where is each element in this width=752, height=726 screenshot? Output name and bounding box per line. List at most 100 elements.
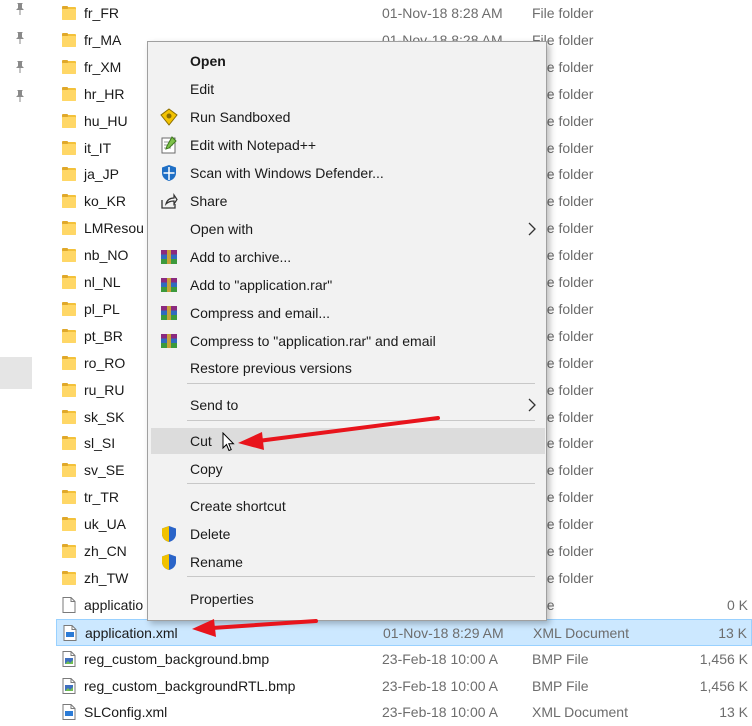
pin-icon[interactable] (14, 31, 26, 45)
menu-item-run-sandboxed[interactable]: Run Sandboxed (151, 104, 545, 130)
menu-item-label: Restore previous versions (190, 360, 352, 376)
file-name: ja_JP (84, 166, 120, 182)
file-name: nb_NO (84, 247, 129, 263)
folder-icon (62, 570, 76, 586)
pin-icon[interactable] (14, 60, 26, 74)
folder-icon (62, 5, 76, 21)
windows-defender-icon (160, 164, 178, 182)
file-row[interactable]: application.xml 01-Nov-18 8:29 AM XML Docu… (56, 619, 752, 646)
file-date-modified: 01-Nov-18 8:29 AM (383, 625, 504, 641)
folder-row[interactable]: fr_FR 01-Nov-18 8:28 AM File folder (56, 0, 752, 27)
share-icon (160, 192, 178, 210)
folder-icon (62, 516, 76, 532)
menu-separator (187, 576, 535, 577)
folder-icon (62, 274, 76, 290)
uac-shield-icon (160, 553, 178, 571)
menu-item-scan-with-windows-defender[interactable]: Scan with Windows Defender... (151, 160, 545, 186)
file-name: uk_UA (84, 516, 127, 532)
file-type: BMP File (532, 651, 589, 667)
menu-item-open[interactable]: Open (151, 48, 545, 74)
folder-icon (62, 489, 76, 505)
file-date-modified: 23-Feb-18 10:00 A (382, 651, 498, 667)
nav-selected-item[interactable] (0, 357, 32, 389)
file-name: reg_custom_backgroundRTL.bmp (84, 678, 296, 694)
folder-icon (62, 409, 76, 425)
file-date-modified: 23-Feb-18 10:00 A (382, 678, 498, 694)
file-name: ru_RU (84, 382, 125, 398)
menu-item-compress-to-application-rar-and-email[interactable]: Compress to "application.rar" and email (151, 328, 545, 354)
winrar-icon (160, 276, 178, 294)
file-date-modified: 01-Nov-18 8:28 AM (382, 5, 503, 21)
menu-item-label: Share (190, 193, 228, 209)
menu-item-compress-and-email[interactable]: Compress and email... (151, 300, 545, 326)
file-size: 13 K (719, 704, 748, 720)
file-row[interactable]: reg_custom_background.bmp 23-Feb-18 10:00… (56, 646, 752, 673)
file-name: hr_HR (84, 86, 125, 102)
menu-item-add-to-application-rar[interactable]: Add to "application.rar" (151, 272, 545, 298)
file-type: File folder (532, 5, 594, 21)
file-date-modified: 23-Feb-18 10:00 A (382, 704, 498, 720)
menu-item-restore-previous-versions[interactable]: Restore previous versions (151, 355, 545, 381)
chevron-right-icon (527, 397, 537, 413)
menu-item-add-to-archive[interactable]: Add to archive... (151, 244, 545, 270)
menu-item-label: Cut (190, 433, 212, 449)
menu-item-label: Edit (190, 81, 215, 97)
menu-item-label: Send to (190, 397, 239, 413)
menu-separator (187, 420, 535, 421)
menu-item-open-with[interactable]: Open with (151, 216, 545, 242)
file-row[interactable]: SLConfig.xml 23-Feb-18 10:00 A XML Documen… (56, 699, 752, 726)
pin-icon[interactable] (14, 89, 26, 103)
chevron-right-icon (527, 221, 537, 237)
folder-icon (62, 382, 76, 398)
file-type: XML Document (533, 625, 629, 641)
folder-icon (62, 140, 76, 156)
mouse-cursor-icon (222, 431, 236, 452)
folder-icon (62, 220, 76, 236)
sandboxie-icon (160, 108, 178, 126)
file-size: 13 K (718, 625, 747, 641)
file-name: nl_NL (84, 274, 121, 290)
file-name: reg_custom_background.bmp (84, 651, 270, 667)
winrar-icon (160, 248, 178, 266)
file-name: sv_SE (84, 462, 125, 478)
file-name: hu_HU (84, 113, 128, 129)
menu-item-create-shortcut[interactable]: Create shortcut (151, 493, 545, 519)
menu-separator (187, 483, 535, 484)
menu-item-label: Open with (190, 221, 254, 237)
folder-icon (62, 166, 76, 182)
file-name: applicatio (84, 597, 144, 613)
folder-icon (62, 86, 76, 102)
menu-item-edit-with-notepad[interactable]: Edit with Notepad++ (151, 132, 545, 158)
folder-icon (62, 193, 76, 209)
file-name: LMResou (84, 220, 144, 236)
menu-item-label: Scan with Windows Defender... (190, 165, 384, 181)
menu-item-edit[interactable]: Edit (151, 76, 545, 102)
file-name: tr_TR (84, 489, 119, 505)
file-size: 1,456 K (699, 651, 748, 667)
uac-shield-icon (160, 525, 178, 543)
menu-item-label: Open (190, 53, 226, 69)
menu-item-label: Compress to "application.rar" and email (190, 333, 436, 349)
folder-icon (62, 355, 76, 371)
menu-item-rename[interactable]: Rename (151, 549, 545, 575)
menu-item-label: Copy (190, 461, 223, 477)
folder-icon (62, 59, 76, 75)
file-size: 1,456 K (699, 678, 748, 694)
folder-icon (62, 328, 76, 344)
folder-icon (62, 301, 76, 317)
file-name: sk_SK (84, 409, 125, 425)
pin-icon[interactable] (14, 2, 26, 16)
file-name: pt_BR (84, 328, 123, 344)
file-row[interactable]: reg_custom_backgroundRTL.bmp 23-Feb-18 10… (56, 673, 752, 700)
bmp-file-icon (62, 651, 76, 667)
menu-item-share[interactable]: Share (151, 188, 545, 214)
notepad-plus-plus-icon (160, 136, 178, 154)
menu-item-delete[interactable]: Delete (151, 521, 545, 547)
menu-item-copy[interactable]: Copy (151, 456, 545, 482)
file-icon (62, 597, 76, 613)
menu-item-properties[interactable]: Properties (151, 586, 545, 612)
file-type: BMP File (532, 678, 589, 694)
menu-item-send-to[interactable]: Send to (151, 392, 545, 418)
menu-item-label: Compress and email... (190, 305, 331, 321)
menu-item-cut[interactable]: Cut (151, 428, 545, 454)
